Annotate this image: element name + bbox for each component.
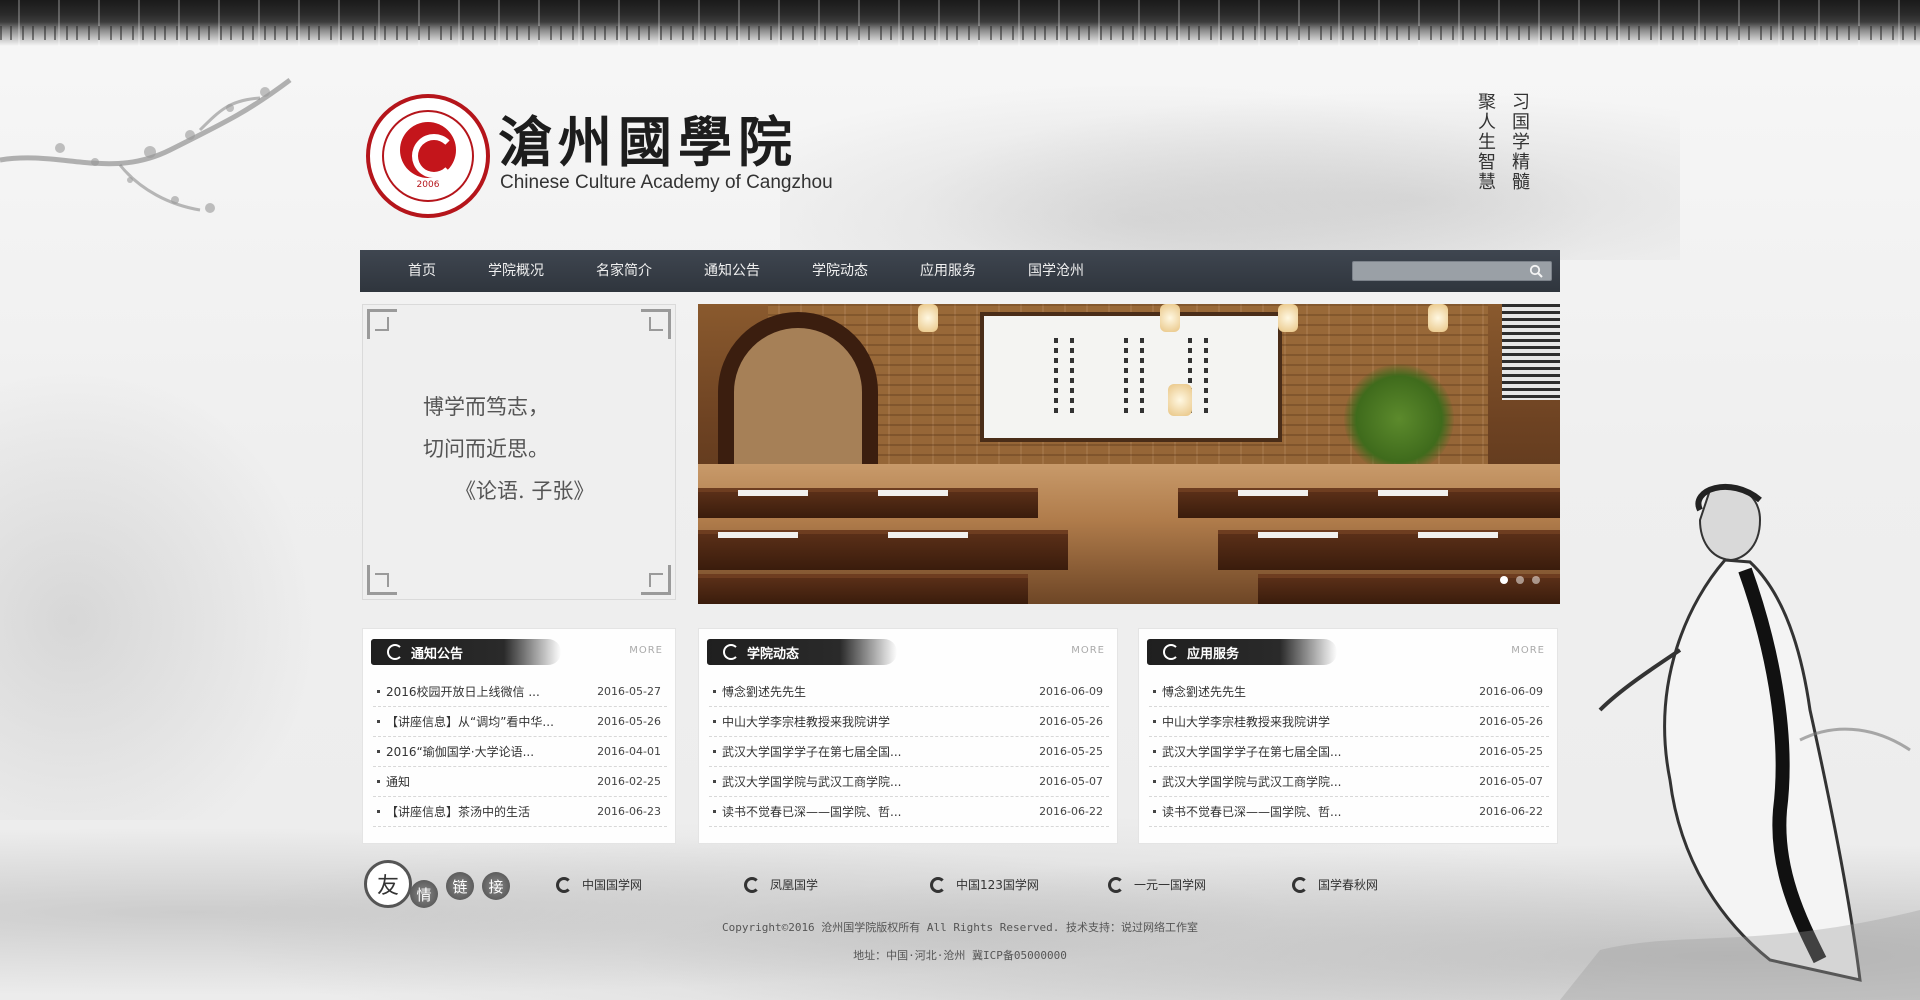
lantern — [1428, 304, 1448, 332]
potted-plant — [1344, 364, 1454, 474]
main-navigation: 首页 学院概况 名家简介 通知公告 学院动态 应用服务 国学沧州 — [360, 250, 1560, 292]
list-item[interactable]: 武汉大学国学学子在第七届全国... 2016-05-25 — [1149, 737, 1549, 767]
list-item[interactable]: 【讲座信息】茶汤中的生活 2016-06-23 — [373, 797, 667, 827]
ring-icon — [387, 644, 403, 660]
desk — [698, 488, 1038, 518]
friend-label-char: 友 — [364, 860, 412, 908]
nav-item-scholars[interactable]: 名家简介 — [596, 250, 652, 292]
list-item[interactable]: 读书不觉春已深——国学院、哲... 2016-06-22 — [1149, 797, 1549, 827]
lantern — [1168, 384, 1192, 416]
friend-link[interactable]: 中国123国学网 — [930, 876, 1039, 893]
motto-line-2: 聚人生智慧 — [1475, 92, 1496, 192]
ring-icon — [930, 876, 946, 893]
plum-branch-illustration — [0, 77, 292, 213]
corner-ornament — [367, 565, 397, 595]
site-subtitle: Chinese Culture Academy of Cangzhou — [500, 172, 833, 193]
footer-copyright: Copyright©2016 沧州国学院版权所有 All Rights Rese… — [721, 921, 1199, 934]
nav-item-home[interactable]: 首页 — [408, 250, 436, 292]
ring-icon — [1108, 876, 1124, 893]
panel-title: 学院动态 — [747, 647, 800, 662]
ring-icon — [723, 644, 739, 660]
more-link[interactable]: MORE — [1071, 645, 1105, 656]
notice-list: 2016校园开放日上线微信 ... 2016-05-27 【讲座信息】从“调均”看… — [373, 677, 667, 827]
friend-link[interactable]: 中国国学网 — [556, 876, 642, 893]
news-list: 愽念劉述先先生 2016-06-09 中山大学李宗桂教授来我院讲学 2016-05-… — [709, 677, 1109, 827]
slider-dot[interactable] — [1500, 576, 1508, 584]
list-item[interactable]: 通知 2016-02-25 — [373, 767, 667, 797]
list-item[interactable]: 2016“瑜伽国学·大学论语... 2016-04-01 — [373, 737, 667, 767]
slider-dot[interactable] — [1532, 576, 1540, 584]
list-item[interactable]: 中山大学李宗桂教授来我院讲学 2016-05-26 — [709, 707, 1109, 737]
corner-ornament — [367, 309, 397, 339]
quote-box: 博学而笃志， 切问而近思。 《论语. 子张》 — [362, 304, 676, 600]
panel-services: 应用服务 MORE 愽念劉述先先生 2016-06-09 中山大学李宗桂教授来我院… — [1138, 628, 1558, 844]
corner-ornament — [641, 565, 671, 595]
site-title: 滄州國學院 — [498, 110, 798, 174]
nav-item-cangzhou[interactable]: 国学沧州 — [1028, 250, 1084, 292]
nav-item-news[interactable]: 学院动态 — [812, 250, 868, 292]
list-item[interactable]: 中山大学李宗桂教授来我院讲学 2016-05-26 — [1149, 707, 1549, 737]
ink-wash-left — [0, 320, 360, 820]
panel-notices: 通知公告 MORE 2016校园开放日上线微信 ... 2016-05-27 【讲… — [362, 628, 676, 844]
more-link[interactable]: MORE — [629, 645, 663, 656]
panel-news: 学院动态 MORE 愽念劉述先先生 2016-06-09 中山大学李宗桂教授来我院… — [698, 628, 1118, 844]
corner-ornament — [641, 309, 671, 339]
quote-source: 《论语. 子张》 — [455, 479, 595, 503]
search-box — [1352, 261, 1552, 282]
friend-label-char: 情 — [410, 880, 438, 908]
lantern — [1278, 304, 1298, 332]
panel-title: 通知公告 — [411, 647, 464, 662]
list-item[interactable]: 【讲座信息】从“调均”看中华... 2016-05-26 — [373, 707, 667, 737]
search-input[interactable] — [1353, 264, 1523, 282]
footer-address: 地址：中国·河北·沧州 冀ICP备05000000 — [853, 949, 1067, 962]
nav-item-notices[interactable]: 通知公告 — [704, 250, 760, 292]
lantern — [1160, 304, 1180, 332]
ring-icon — [556, 876, 572, 893]
services-list: 愽念劉述先先生 2016-06-09 中山大学李宗桂教授来我院讲学 2016-05-… — [1149, 677, 1549, 827]
slider-dot[interactable] — [1516, 576, 1524, 584]
quote-line-2: 切问而近思。 — [423, 437, 549, 461]
ring-icon — [744, 876, 760, 893]
motto-calligraphy: 习国学精髓 聚人生智慧 — [1466, 92, 1532, 242]
friend-label-char: 链 — [446, 872, 474, 900]
motto-line-1: 习国学精髓 — [1509, 92, 1530, 192]
friend-links-heading: 友 情 链 接 — [364, 860, 514, 910]
list-item[interactable]: 愽念劉述先先生 2016-06-09 — [709, 677, 1109, 707]
desk — [1178, 488, 1560, 518]
ring-icon — [1292, 876, 1308, 893]
panel-title: 应用服务 — [1187, 647, 1240, 662]
nav-item-services[interactable]: 应用服务 — [920, 250, 976, 292]
list-item[interactable]: 愽念劉述先先生 2016-06-09 — [1149, 677, 1549, 707]
site-logo[interactable]: 2006 滄州國學院 Chinese Culture Academy of Ca… — [366, 94, 926, 224]
friend-link[interactable]: 凤凰国学 — [744, 876, 818, 893]
fret-pattern — [0, 26, 1920, 40]
slider-pagination — [1500, 576, 1540, 584]
search-icon[interactable] — [1529, 264, 1543, 278]
list-item[interactable]: 2016校园开放日上线微信 ... 2016-05-27 — [373, 677, 667, 707]
desk — [698, 574, 1028, 604]
whiteboard — [980, 312, 1282, 442]
list-item[interactable]: 武汉大学国学院与武汉工商学院... 2016-05-07 — [1149, 767, 1549, 797]
friend-label-char: 接 — [482, 872, 510, 900]
more-link[interactable]: MORE — [1511, 645, 1545, 656]
nav-item-about[interactable]: 学院概况 — [488, 250, 544, 292]
desk — [1218, 530, 1560, 570]
friend-link[interactable]: 国学春秋网 — [1292, 876, 1378, 893]
quote-line-1: 博学而笃志， — [423, 395, 549, 419]
list-item[interactable]: 武汉大学国学学子在第七届全国... 2016-05-25 — [709, 737, 1109, 767]
academy-seal-icon: 2006 — [366, 94, 490, 218]
hero-slider[interactable] — [698, 304, 1560, 604]
lantern — [918, 304, 938, 332]
friend-link[interactable]: 一元一国学网 — [1108, 876, 1206, 893]
window-blinds — [1502, 304, 1560, 400]
seal-year: 2006 — [416, 180, 440, 190]
desk — [698, 530, 1068, 570]
ring-icon — [1163, 644, 1179, 660]
list-item[interactable]: 武汉大学国学院与武汉工商学院... 2016-05-07 — [709, 767, 1109, 797]
list-item[interactable]: 读书不觉春已深——国学院、哲... 2016-06-22 — [709, 797, 1109, 827]
